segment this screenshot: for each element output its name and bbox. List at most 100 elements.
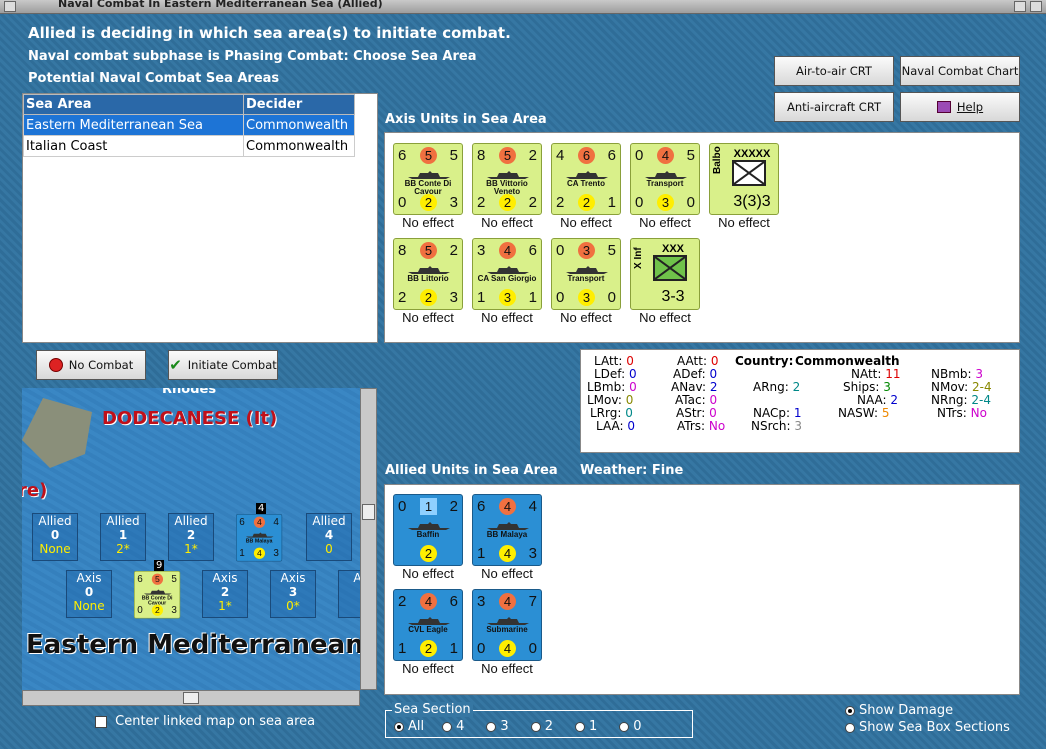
radio[interactable] [845, 722, 855, 733]
initiate-combat-button[interactable]: ✔ Initiate Combat [168, 350, 278, 380]
sea-box-axis[interactable]: Axis 0 None [66, 570, 112, 618]
unit-effect: No effect [718, 215, 770, 230]
sea-box-axis[interactable]: Ax [338, 570, 360, 618]
system-menu-icon[interactable] [4, 1, 16, 12]
sea-section-radio[interactable]: 1 [574, 719, 597, 734]
sea-box-allied[interactable]: Allied 2 1* [168, 513, 214, 561]
attack-factor: 4 [499, 242, 516, 259]
unit-effect: No effect [481, 566, 533, 581]
radio[interactable] [619, 721, 630, 732]
box-number: 1 [118, 528, 128, 542]
help-label: Help [956, 100, 984, 114]
no-combat-button[interactable]: No Combat [36, 350, 146, 380]
unit-name: Transport [567, 274, 605, 283]
stats-panel: LAtt: 0 LDef: 0 LBmb: 0 LMov: 0 LRrg: 0 … [580, 349, 1020, 453]
naval-combat-chart-button[interactable]: Naval Combat Chart [900, 56, 1020, 86]
radio[interactable] [530, 721, 541, 732]
unit-counter[interactable]: 2 6 1 1 4 2 CVL Eagle [393, 589, 463, 661]
radio[interactable] [442, 721, 453, 732]
unit-counter[interactable]: 3 6 1 1 4 3 CA San Giorgio [472, 238, 542, 310]
radio[interactable] [845, 705, 855, 716]
map-vertical-scrollbar[interactable] [360, 388, 377, 690]
sea-box-axis[interactable]: Axis 3 0* [270, 570, 316, 618]
sea-section-label: Sea Section [392, 702, 473, 717]
counter-value: 4 [273, 516, 279, 528]
unit-counter[interactable]: 6 5 0 3 5 2 BB Conte Di Cavour [393, 143, 463, 215]
scroll-thumb[interactable] [183, 692, 199, 704]
attack-factor: 5 [420, 242, 437, 259]
scroll-thumb[interactable] [362, 504, 375, 520]
anti-aircraft-crt-button[interactable]: Anti-aircraft CRT [774, 92, 894, 122]
status-message: Allied is deciding in which sea area(s) … [28, 24, 511, 42]
sea-section-radio[interactable]: 4 [442, 719, 464, 734]
unit-name: BB Malaya [245, 537, 273, 544]
radio[interactable] [394, 721, 404, 732]
attack-factor: 3 [578, 242, 595, 259]
cell-area[interactable]: Eastern Mediterranean Sea [23, 114, 244, 136]
ship-silhouette-icon [408, 263, 450, 274]
map-horizontal-scrollbar[interactable] [22, 690, 360, 706]
unit-counter[interactable]: XXXXX Balbo 3(3)3 [709, 143, 779, 215]
radio[interactable] [574, 721, 585, 732]
close-icon[interactable] [1030, 1, 1042, 12]
box-value: 0 [325, 542, 333, 556]
unit-effect: No effect [402, 215, 454, 230]
sea-section-radio[interactable]: All [394, 719, 424, 734]
sea-section-radio[interactable]: 3 [486, 719, 509, 734]
unit-counter[interactable]: 8 2 2 2 5 2 BB Vittorio Veneto [472, 143, 542, 215]
unit-counter[interactable]: 0 2 1 2 Baffin [393, 494, 463, 566]
unit-counter[interactable]: 0 5 0 0 4 3 Transport [630, 143, 700, 215]
axis-units-label: Axis Units in Sea Area [385, 112, 547, 127]
show-boxes-option[interactable]: Show Sea Box Sections [845, 720, 1010, 735]
counter-value: 2 [528, 194, 537, 211]
unit-counter[interactable]: 0 5 0 0 3 3 Transport [551, 238, 621, 310]
table-row[interactable]: Eastern Mediterranean Sea Commonwealth [23, 114, 355, 136]
ship-silhouette-icon [566, 168, 608, 179]
subphase-message: Naval combat subphase is Phasing Combat:… [28, 49, 477, 64]
counter-value: 3 [449, 194, 458, 211]
sea-area-map[interactable]: Rhodes DODECANESE (It) re) Eastern Medit… [22, 388, 360, 690]
counter-value: 2 [477, 194, 486, 211]
ship-silhouette-icon [143, 588, 172, 595]
radio[interactable] [486, 721, 497, 732]
unit-counter[interactable]: 8 2 2 3 5 2 BB Littorio [393, 238, 463, 310]
sea-box-allied[interactable]: Allied 0 None [32, 513, 78, 561]
unit-counter[interactable]: 6 4 1 3 4 4 BB Malaya [472, 494, 542, 566]
sea-box-axis[interactable]: Axis 2 1* [202, 570, 248, 618]
show-damage-option[interactable]: Show Damage [845, 703, 953, 718]
cell-decider[interactable]: Commonwealth [243, 114, 355, 136]
ship-silhouette-icon [645, 168, 687, 179]
center-linked-option[interactable]: Center linked map on sea area [95, 714, 315, 729]
air-to-air-crt-button[interactable]: Air-to-air CRT [774, 56, 894, 86]
minimize-icon[interactable] [1014, 1, 1026, 12]
show-damage-label: Show Damage [859, 703, 954, 718]
counter-value: 8 [477, 147, 486, 164]
unit-name: Baffin [416, 530, 440, 539]
unit-counter[interactable]: 3 7 0 0 4 4 Submarine [472, 589, 542, 661]
table-row[interactable]: Italian Coast Commonwealth [23, 135, 355, 157]
sea-box-allied[interactable]: Allied 4 0 [306, 513, 352, 561]
unit-counter[interactable]: 4 6 2 1 6 2 CA Trento [551, 143, 621, 215]
col-decider[interactable]: Decider [243, 94, 355, 115]
stat-atac: ATac: 0 [675, 393, 718, 407]
sea-section-radio[interactable]: 2 [530, 719, 553, 734]
defense-factor: 3 [657, 194, 674, 211]
unit-counter[interactable]: 6 5 0 3 5 2 BB Conte Di Cavour [134, 571, 181, 619]
unit-counter[interactable]: XXX X Inf 3-3 [630, 238, 700, 310]
counter-value: 3 [528, 545, 537, 562]
cell-decider[interactable]: Commonwealth [243, 135, 355, 157]
col-sea-area[interactable]: Sea Area [23, 94, 244, 115]
sea-section-radio[interactable]: 0 [619, 719, 642, 734]
unit-name: CA Trento [567, 179, 605, 188]
radio-label: 3 [500, 719, 509, 734]
sea-box-allied[interactable]: Allied 1 2* [100, 513, 146, 561]
box-label: Allied [38, 514, 72, 528]
defense-factor: 4 [253, 547, 266, 559]
help-button[interactable]: Help [900, 92, 1020, 122]
unit-counter[interactable]: 6 4 1 3 4 4 BB Malaya [236, 514, 283, 562]
country-value: Commonwealth [795, 354, 900, 368]
checkbox[interactable] [95, 715, 107, 728]
cell-area[interactable]: Italian Coast [23, 135, 244, 157]
counter-value: 0 [477, 640, 486, 657]
box-number: 4 [324, 528, 334, 542]
